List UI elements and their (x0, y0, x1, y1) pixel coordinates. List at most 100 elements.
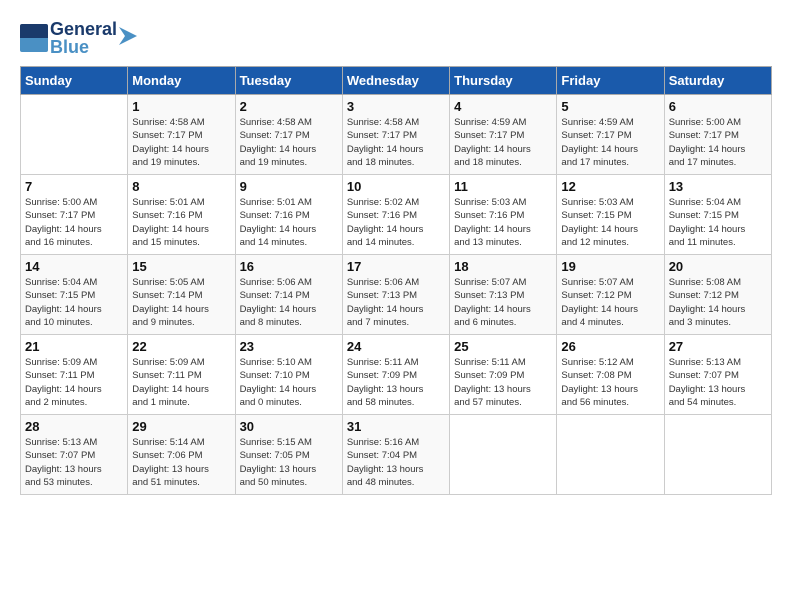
day-info: Sunrise: 4:58 AM Sunset: 7:17 PM Dayligh… (240, 116, 338, 169)
day-number: 17 (347, 259, 445, 274)
day-number: 20 (669, 259, 767, 274)
calendar-table: SundayMondayTuesdayWednesdayThursdayFrid… (20, 66, 772, 495)
day-cell: 31 Sunrise: 5:16 AM Sunset: 7:04 PM Dayli… (342, 415, 449, 495)
header-friday: Friday (557, 67, 664, 95)
day-number: 21 (25, 339, 123, 354)
day-info: Sunrise: 4:58 AM Sunset: 7:17 PM Dayligh… (347, 116, 445, 169)
day-cell: 2Sunrise: 4:58 AM Sunset: 7:17 PM Daylig… (235, 95, 342, 175)
day-info: Sunrise: 5:04 AM Sunset: 7:15 PM Dayligh… (25, 276, 123, 329)
day-number: 28 (25, 419, 123, 434)
logo-general: General (50, 20, 117, 38)
day-number: 25 (454, 339, 552, 354)
logo-arrow-icon (119, 27, 137, 45)
day-cell: 4 Sunrise: 4:59 AM Sunset: 7:17 PM Daylig… (450, 95, 557, 175)
day-number: 23 (240, 339, 338, 354)
day-number: 8 (132, 179, 230, 194)
day-number: 7 (25, 179, 123, 194)
day-info: Sunrise: 5:10 AM Sunset: 7:10 PM Dayligh… (240, 356, 338, 409)
day-number: 14 (25, 259, 123, 274)
day-number: 31 (347, 419, 445, 434)
calendar-header-row: SundayMondayTuesdayWednesdayThursdayFrid… (21, 67, 772, 95)
day-cell: 29 Sunrise: 5:14 AM Sunset: 7:06 PM Dayli… (128, 415, 235, 495)
header-sunday: Sunday (21, 67, 128, 95)
day-info: Sunrise: 5:02 AM Sunset: 7:16 PM Dayligh… (347, 196, 445, 249)
day-number: 5 (561, 99, 659, 114)
day-cell (557, 415, 664, 495)
header-tuesday: Tuesday (235, 67, 342, 95)
day-cell: 12 Sunrise: 5:03 AM Sunset: 7:15 PM Dayli… (557, 175, 664, 255)
day-cell (664, 415, 771, 495)
week-row-5: 28 Sunrise: 5:13 AM Sunset: 7:07 PM Dayli… (21, 415, 772, 495)
day-info: Sunrise: 5:04 AM Sunset: 7:15 PM Dayligh… (669, 196, 767, 249)
day-cell: 27Sunrise: 5:13 AM Sunset: 7:07 PM Dayli… (664, 335, 771, 415)
day-cell: 19 Sunrise: 5:07 AM Sunset: 7:12 PM Dayli… (557, 255, 664, 335)
day-cell: 15 Sunrise: 5:05 AM Sunset: 7:14 PM Dayli… (128, 255, 235, 335)
day-cell: 18 Sunrise: 5:07 AM Sunset: 7:13 PM Dayli… (450, 255, 557, 335)
day-number: 15 (132, 259, 230, 274)
day-number: 16 (240, 259, 338, 274)
logo: General Blue (20, 20, 137, 56)
day-cell: 9Sunrise: 5:01 AM Sunset: 7:16 PM Daylig… (235, 175, 342, 255)
day-number: 1 (132, 99, 230, 114)
day-info: Sunrise: 5:11 AM Sunset: 7:09 PM Dayligh… (347, 356, 445, 409)
day-number: 4 (454, 99, 552, 114)
day-info: Sunrise: 5:07 AM Sunset: 7:12 PM Dayligh… (561, 276, 659, 329)
day-info: Sunrise: 5:12 AM Sunset: 7:08 PM Dayligh… (561, 356, 659, 409)
day-info: Sunrise: 5:07 AM Sunset: 7:13 PM Dayligh… (454, 276, 552, 329)
day-info: Sunrise: 5:09 AM Sunset: 7:11 PM Dayligh… (132, 356, 230, 409)
day-cell: 10 Sunrise: 5:02 AM Sunset: 7:16 PM Dayli… (342, 175, 449, 255)
day-number: 12 (561, 179, 659, 194)
day-number: 30 (240, 419, 338, 434)
day-number: 19 (561, 259, 659, 274)
day-info: Sunrise: 5:13 AM Sunset: 7:07 PM Dayligh… (25, 436, 123, 489)
day-info: Sunrise: 5:00 AM Sunset: 7:17 PM Dayligh… (669, 116, 767, 169)
logo-blue: Blue (50, 38, 117, 56)
day-cell: 26 Sunrise: 5:12 AM Sunset: 7:08 PM Dayli… (557, 335, 664, 415)
day-info: Sunrise: 5:09 AM Sunset: 7:11 PM Dayligh… (25, 356, 123, 409)
day-cell: 14 Sunrise: 5:04 AM Sunset: 7:15 PM Dayli… (21, 255, 128, 335)
week-row-1: 1 Sunrise: 4:58 AM Sunset: 7:17 PM Daylig… (21, 95, 772, 175)
day-cell: 5 Sunrise: 4:59 AM Sunset: 7:17 PM Daylig… (557, 95, 664, 175)
day-number: 29 (132, 419, 230, 434)
day-cell: 23 Sunrise: 5:10 AM Sunset: 7:10 PM Dayli… (235, 335, 342, 415)
day-info: Sunrise: 4:59 AM Sunset: 7:17 PM Dayligh… (454, 116, 552, 169)
header-saturday: Saturday (664, 67, 771, 95)
day-info: Sunrise: 5:14 AM Sunset: 7:06 PM Dayligh… (132, 436, 230, 489)
day-info: Sunrise: 5:01 AM Sunset: 7:16 PM Dayligh… (132, 196, 230, 249)
day-number: 10 (347, 179, 445, 194)
day-cell: 13 Sunrise: 5:04 AM Sunset: 7:15 PM Dayli… (664, 175, 771, 255)
day-number: 24 (347, 339, 445, 354)
day-info: Sunrise: 4:58 AM Sunset: 7:17 PM Dayligh… (132, 116, 230, 169)
day-cell: 1 Sunrise: 4:58 AM Sunset: 7:17 PM Daylig… (128, 95, 235, 175)
day-info: Sunrise: 5:16 AM Sunset: 7:04 PM Dayligh… (347, 436, 445, 489)
day-cell: 30Sunrise: 5:15 AM Sunset: 7:05 PM Dayli… (235, 415, 342, 495)
day-number: 27 (669, 339, 767, 354)
day-info: Sunrise: 5:01 AM Sunset: 7:16 PM Dayligh… (240, 196, 338, 249)
day-cell (21, 95, 128, 175)
day-cell: 28 Sunrise: 5:13 AM Sunset: 7:07 PM Dayli… (21, 415, 128, 495)
day-number: 26 (561, 339, 659, 354)
day-cell: 25Sunrise: 5:11 AM Sunset: 7:09 PM Dayli… (450, 335, 557, 415)
day-cell: 8 Sunrise: 5:01 AM Sunset: 7:16 PM Daylig… (128, 175, 235, 255)
day-number: 3 (347, 99, 445, 114)
day-info: Sunrise: 5:06 AM Sunset: 7:13 PM Dayligh… (347, 276, 445, 329)
day-info: Sunrise: 5:00 AM Sunset: 7:17 PM Dayligh… (25, 196, 123, 249)
day-cell (450, 415, 557, 495)
day-info: Sunrise: 5:06 AM Sunset: 7:14 PM Dayligh… (240, 276, 338, 329)
week-row-4: 21 Sunrise: 5:09 AM Sunset: 7:11 PM Dayli… (21, 335, 772, 415)
day-cell: 11Sunrise: 5:03 AM Sunset: 7:16 PM Dayli… (450, 175, 557, 255)
day-info: Sunrise: 5:08 AM Sunset: 7:12 PM Dayligh… (669, 276, 767, 329)
day-cell: 6 Sunrise: 5:00 AM Sunset: 7:17 PM Daylig… (664, 95, 771, 175)
header-monday: Monday (128, 67, 235, 95)
day-cell: 16 Sunrise: 5:06 AM Sunset: 7:14 PM Dayli… (235, 255, 342, 335)
day-cell: 7 Sunrise: 5:00 AM Sunset: 7:17 PM Daylig… (21, 175, 128, 255)
day-info: Sunrise: 4:59 AM Sunset: 7:17 PM Dayligh… (561, 116, 659, 169)
day-number: 18 (454, 259, 552, 274)
day-number: 6 (669, 99, 767, 114)
week-row-2: 7 Sunrise: 5:00 AM Sunset: 7:17 PM Daylig… (21, 175, 772, 255)
day-info: Sunrise: 5:03 AM Sunset: 7:16 PM Dayligh… (454, 196, 552, 249)
week-row-3: 14 Sunrise: 5:04 AM Sunset: 7:15 PM Dayli… (21, 255, 772, 335)
day-number: 13 (669, 179, 767, 194)
day-info: Sunrise: 5:05 AM Sunset: 7:14 PM Dayligh… (132, 276, 230, 329)
day-info: Sunrise: 5:03 AM Sunset: 7:15 PM Dayligh… (561, 196, 659, 249)
